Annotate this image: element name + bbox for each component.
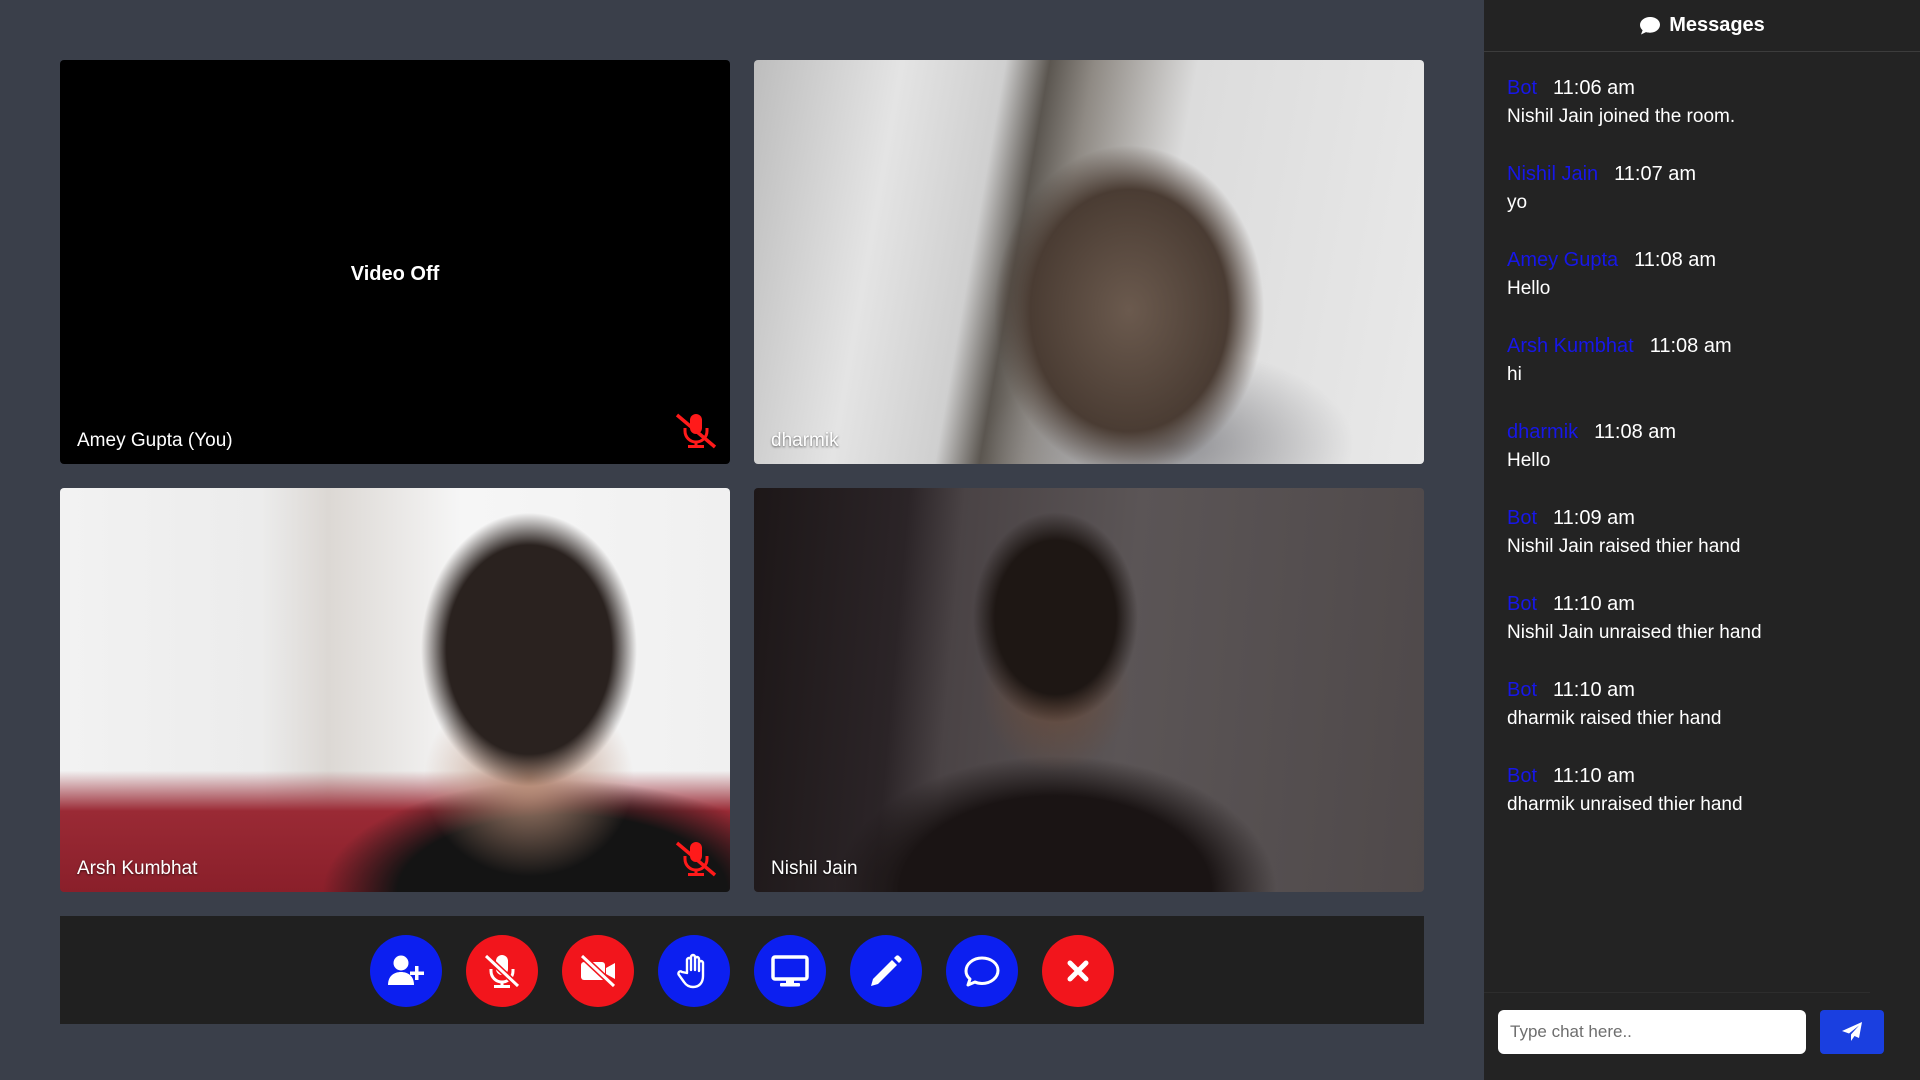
participant-name: Amey Gupta (You) [77, 430, 233, 451]
pencil-icon [871, 955, 902, 986]
comment-icon [1640, 16, 1661, 34]
toggle-video-button[interactable] [562, 935, 634, 1007]
message-list: Bot 11:06 am Nishil Jain joined the room.… [1484, 52, 1920, 848]
toggle-chat-button[interactable] [946, 935, 1018, 1007]
chat-input-divider [1484, 992, 1870, 993]
message-time: 11:08 am [1649, 335, 1732, 357]
add-user-icon [388, 955, 424, 985]
chat-message: Bot 11:10 am Nishil Jain unraised thier h… [1507, 590, 1920, 676]
invite-participant-button[interactable] [370, 935, 442, 1007]
microphone-muted-icon [675, 413, 717, 449]
chat-message: Bot 11:10 am dharmik raised thier hand [1507, 676, 1920, 762]
chat-message: Amey Gupta 11:08 am Hello [1507, 246, 1920, 332]
message-text: Nishil Jain unraised thier hand [1507, 622, 1762, 643]
message-sender: Bot [1507, 507, 1538, 529]
message-sender: Arsh Kumbhat [1507, 335, 1634, 357]
chat-icon [964, 956, 1000, 987]
message-time: 11:06 am [1553, 77, 1635, 99]
message-text: dharmik raised thier hand [1507, 708, 1722, 729]
message-time: 11:10 am [1553, 765, 1635, 787]
chat-message: Arsh Kumbhat 11:08 am hi [1507, 332, 1920, 418]
message-time: 11:09 am [1553, 507, 1635, 529]
chat-panel: Messages Bot 11:06 am Nishil Jain joined … [1484, 0, 1920, 1080]
message-sender: dharmik [1507, 421, 1579, 443]
message-text: Nishil Jain joined the room. [1507, 106, 1736, 127]
microphone-muted-icon [675, 841, 717, 877]
message-text: hi [1507, 364, 1522, 385]
chat-message-input[interactable] [1498, 1010, 1806, 1054]
message-sender: Bot [1507, 77, 1538, 99]
message-sender: Nishil Jain [1507, 163, 1599, 185]
chat-message: Bot 11:09 am Nishil Jain raised thier han… [1507, 504, 1920, 590]
message-sender: Bot [1507, 679, 1538, 701]
message-text: Hello [1507, 278, 1551, 299]
toggle-microphone-button[interactable] [466, 935, 538, 1007]
share-screen-button[interactable] [754, 935, 826, 1007]
message-time: 11:10 am [1553, 593, 1635, 615]
chat-message: dharmik 11:08 am Hello [1507, 418, 1920, 504]
leave-call-button[interactable] [1042, 935, 1114, 1007]
video-tile-arsh-kumbhat: Arsh Kumbhat [60, 488, 730, 892]
message-sender: Bot [1507, 593, 1538, 615]
participant-name: Nishil Jain [771, 858, 858, 879]
message-time: 11:08 am [1634, 249, 1717, 271]
message-time: 11:08 am [1594, 421, 1677, 443]
message-time: 11:07 am [1614, 163, 1697, 185]
chat-message: Bot 11:10 am dharmik unraised thier hand [1507, 762, 1920, 848]
video-slash-icon [579, 953, 617, 989]
screen-share-icon [771, 955, 809, 987]
message-text: Hello [1507, 450, 1551, 471]
call-control-bar [60, 916, 1424, 1024]
video-tile-dharmik: dharmik [754, 60, 1424, 464]
participant-name: Arsh Kumbhat [77, 858, 198, 879]
chat-message: Bot 11:06 am Nishil Jain joined the room. [1507, 74, 1920, 160]
video-tile-nishil-jain: Nishil Jain [754, 488, 1424, 892]
raise-hand-button[interactable] [658, 935, 730, 1007]
whiteboard-button[interactable] [850, 935, 922, 1007]
paper-plane-icon [1842, 1022, 1862, 1041]
chat-input-row [1484, 992, 1920, 1080]
microphone-slash-icon [483, 953, 521, 989]
message-time: 11:10 am [1553, 679, 1635, 701]
chat-message: Nishil Jain 11:07 am yo [1507, 160, 1920, 246]
chat-title: Messages [1669, 14, 1765, 36]
close-icon [1067, 960, 1089, 982]
message-text: Nishil Jain raised thier hand [1507, 536, 1741, 557]
message-text: dharmik unraised thier hand [1507, 794, 1743, 815]
message-text: yo [1507, 192, 1528, 213]
message-sender: Bot [1507, 765, 1538, 787]
participant-name: dharmik [771, 430, 839, 451]
chat-header: Messages [1484, 0, 1920, 52]
send-message-button[interactable] [1820, 1010, 1884, 1054]
message-sender: Amey Gupta [1507, 249, 1619, 271]
video-off-label: Video Off [350, 263, 440, 285]
raise-hand-icon [677, 953, 705, 989]
video-tile-amey-gupta: Video Off Amey Gupta (You) [60, 60, 730, 464]
